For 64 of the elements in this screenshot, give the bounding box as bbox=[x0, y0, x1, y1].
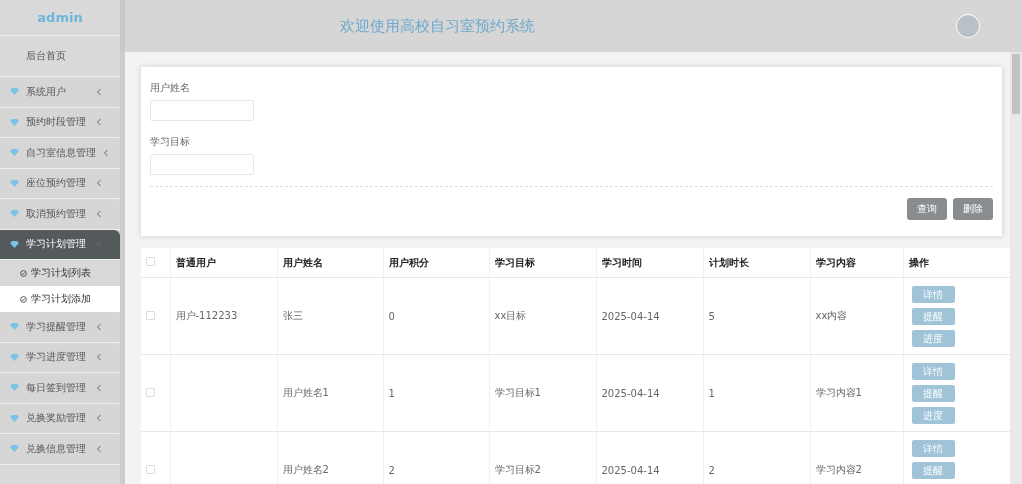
table-cell: 2025-04-14 bbox=[596, 431, 703, 484]
table-cell: 用户-112233 bbox=[170, 277, 277, 355]
column-header: 学习内容 bbox=[810, 248, 903, 278]
chevron-icon bbox=[96, 445, 102, 452]
gem-icon bbox=[10, 353, 19, 361]
action-button[interactable]: 删除 bbox=[953, 198, 993, 220]
input-field[interactable] bbox=[150, 100, 254, 121]
table-cell: 学习内容1 bbox=[810, 354, 903, 432]
gem-icon bbox=[10, 149, 19, 157]
column-header: 用户姓名 bbox=[277, 248, 383, 278]
gem-icon bbox=[10, 384, 19, 392]
check-circle-icon bbox=[20, 269, 27, 277]
chevron-icon bbox=[103, 149, 109, 156]
table-cell: 2025-04-14 bbox=[596, 354, 703, 432]
action-button[interactable]: 查询 bbox=[907, 198, 947, 220]
chevron-icon bbox=[96, 415, 102, 422]
chevron-icon bbox=[96, 88, 102, 95]
chevron-icon bbox=[96, 323, 102, 330]
gem-icon bbox=[10, 445, 19, 453]
page-title: 欢迎使用高校自习室预约系统 bbox=[340, 16, 535, 36]
table-cell: 用户姓名2 bbox=[277, 431, 383, 484]
gem-icon bbox=[10, 118, 19, 126]
table-cell: 5 bbox=[703, 277, 810, 355]
sidebar-item[interactable]: 学习计划管理 bbox=[0, 229, 120, 260]
table-cell: 1 bbox=[383, 354, 489, 432]
sidebar-subitem[interactable]: 学习计划添加 bbox=[0, 286, 120, 312]
column-header: 用户积分 bbox=[383, 248, 489, 278]
check-circle-icon bbox=[20, 295, 27, 303]
chevron-icon bbox=[96, 384, 102, 391]
table-cell: 学习目标2 bbox=[489, 431, 596, 484]
table-cell: 0 bbox=[383, 277, 489, 355]
chevron-icon bbox=[96, 354, 102, 361]
field-label: 用户姓名 bbox=[150, 81, 191, 95]
column-header: 学习时间 bbox=[596, 248, 703, 278]
gem-icon bbox=[10, 414, 19, 422]
table-cell: 用户姓名1 bbox=[277, 354, 383, 432]
gem-icon bbox=[10, 88, 19, 96]
checkbox[interactable] bbox=[146, 257, 155, 266]
gem-icon bbox=[10, 179, 19, 187]
chevron-icon bbox=[96, 119, 102, 126]
column-header: 计划时长 bbox=[703, 248, 810, 278]
avatar[interactable] bbox=[956, 14, 980, 38]
scrollbar[interactable] bbox=[1010, 52, 1022, 484]
chevron-icon bbox=[96, 180, 102, 187]
gem-icon bbox=[10, 240, 19, 248]
table-cell: 2 bbox=[383, 431, 489, 484]
table-cell: 学习目标1 bbox=[489, 354, 596, 432]
checkbox[interactable] bbox=[146, 387, 155, 397]
table-cell: 学习内容2 bbox=[810, 431, 903, 484]
gem-icon bbox=[10, 323, 19, 331]
checkbox[interactable] bbox=[146, 464, 155, 474]
table-cell: xx内容 bbox=[810, 277, 903, 355]
chevron-icon bbox=[96, 210, 102, 217]
table-cell: 1 bbox=[703, 354, 810, 432]
table-cell: xx目标 bbox=[489, 277, 596, 355]
column-header: 普通用户 bbox=[170, 248, 277, 278]
field-label: 学习目标 bbox=[150, 135, 191, 149]
table-cell: 张三 bbox=[277, 277, 383, 355]
table-cell: 2025-04-14 bbox=[596, 277, 703, 355]
table-cell: 2 bbox=[703, 431, 810, 484]
checkbox[interactable] bbox=[146, 310, 155, 320]
column-header: 学习目标 bbox=[489, 248, 596, 278]
input-field[interactable] bbox=[150, 154, 254, 175]
gem-icon bbox=[10, 210, 19, 218]
